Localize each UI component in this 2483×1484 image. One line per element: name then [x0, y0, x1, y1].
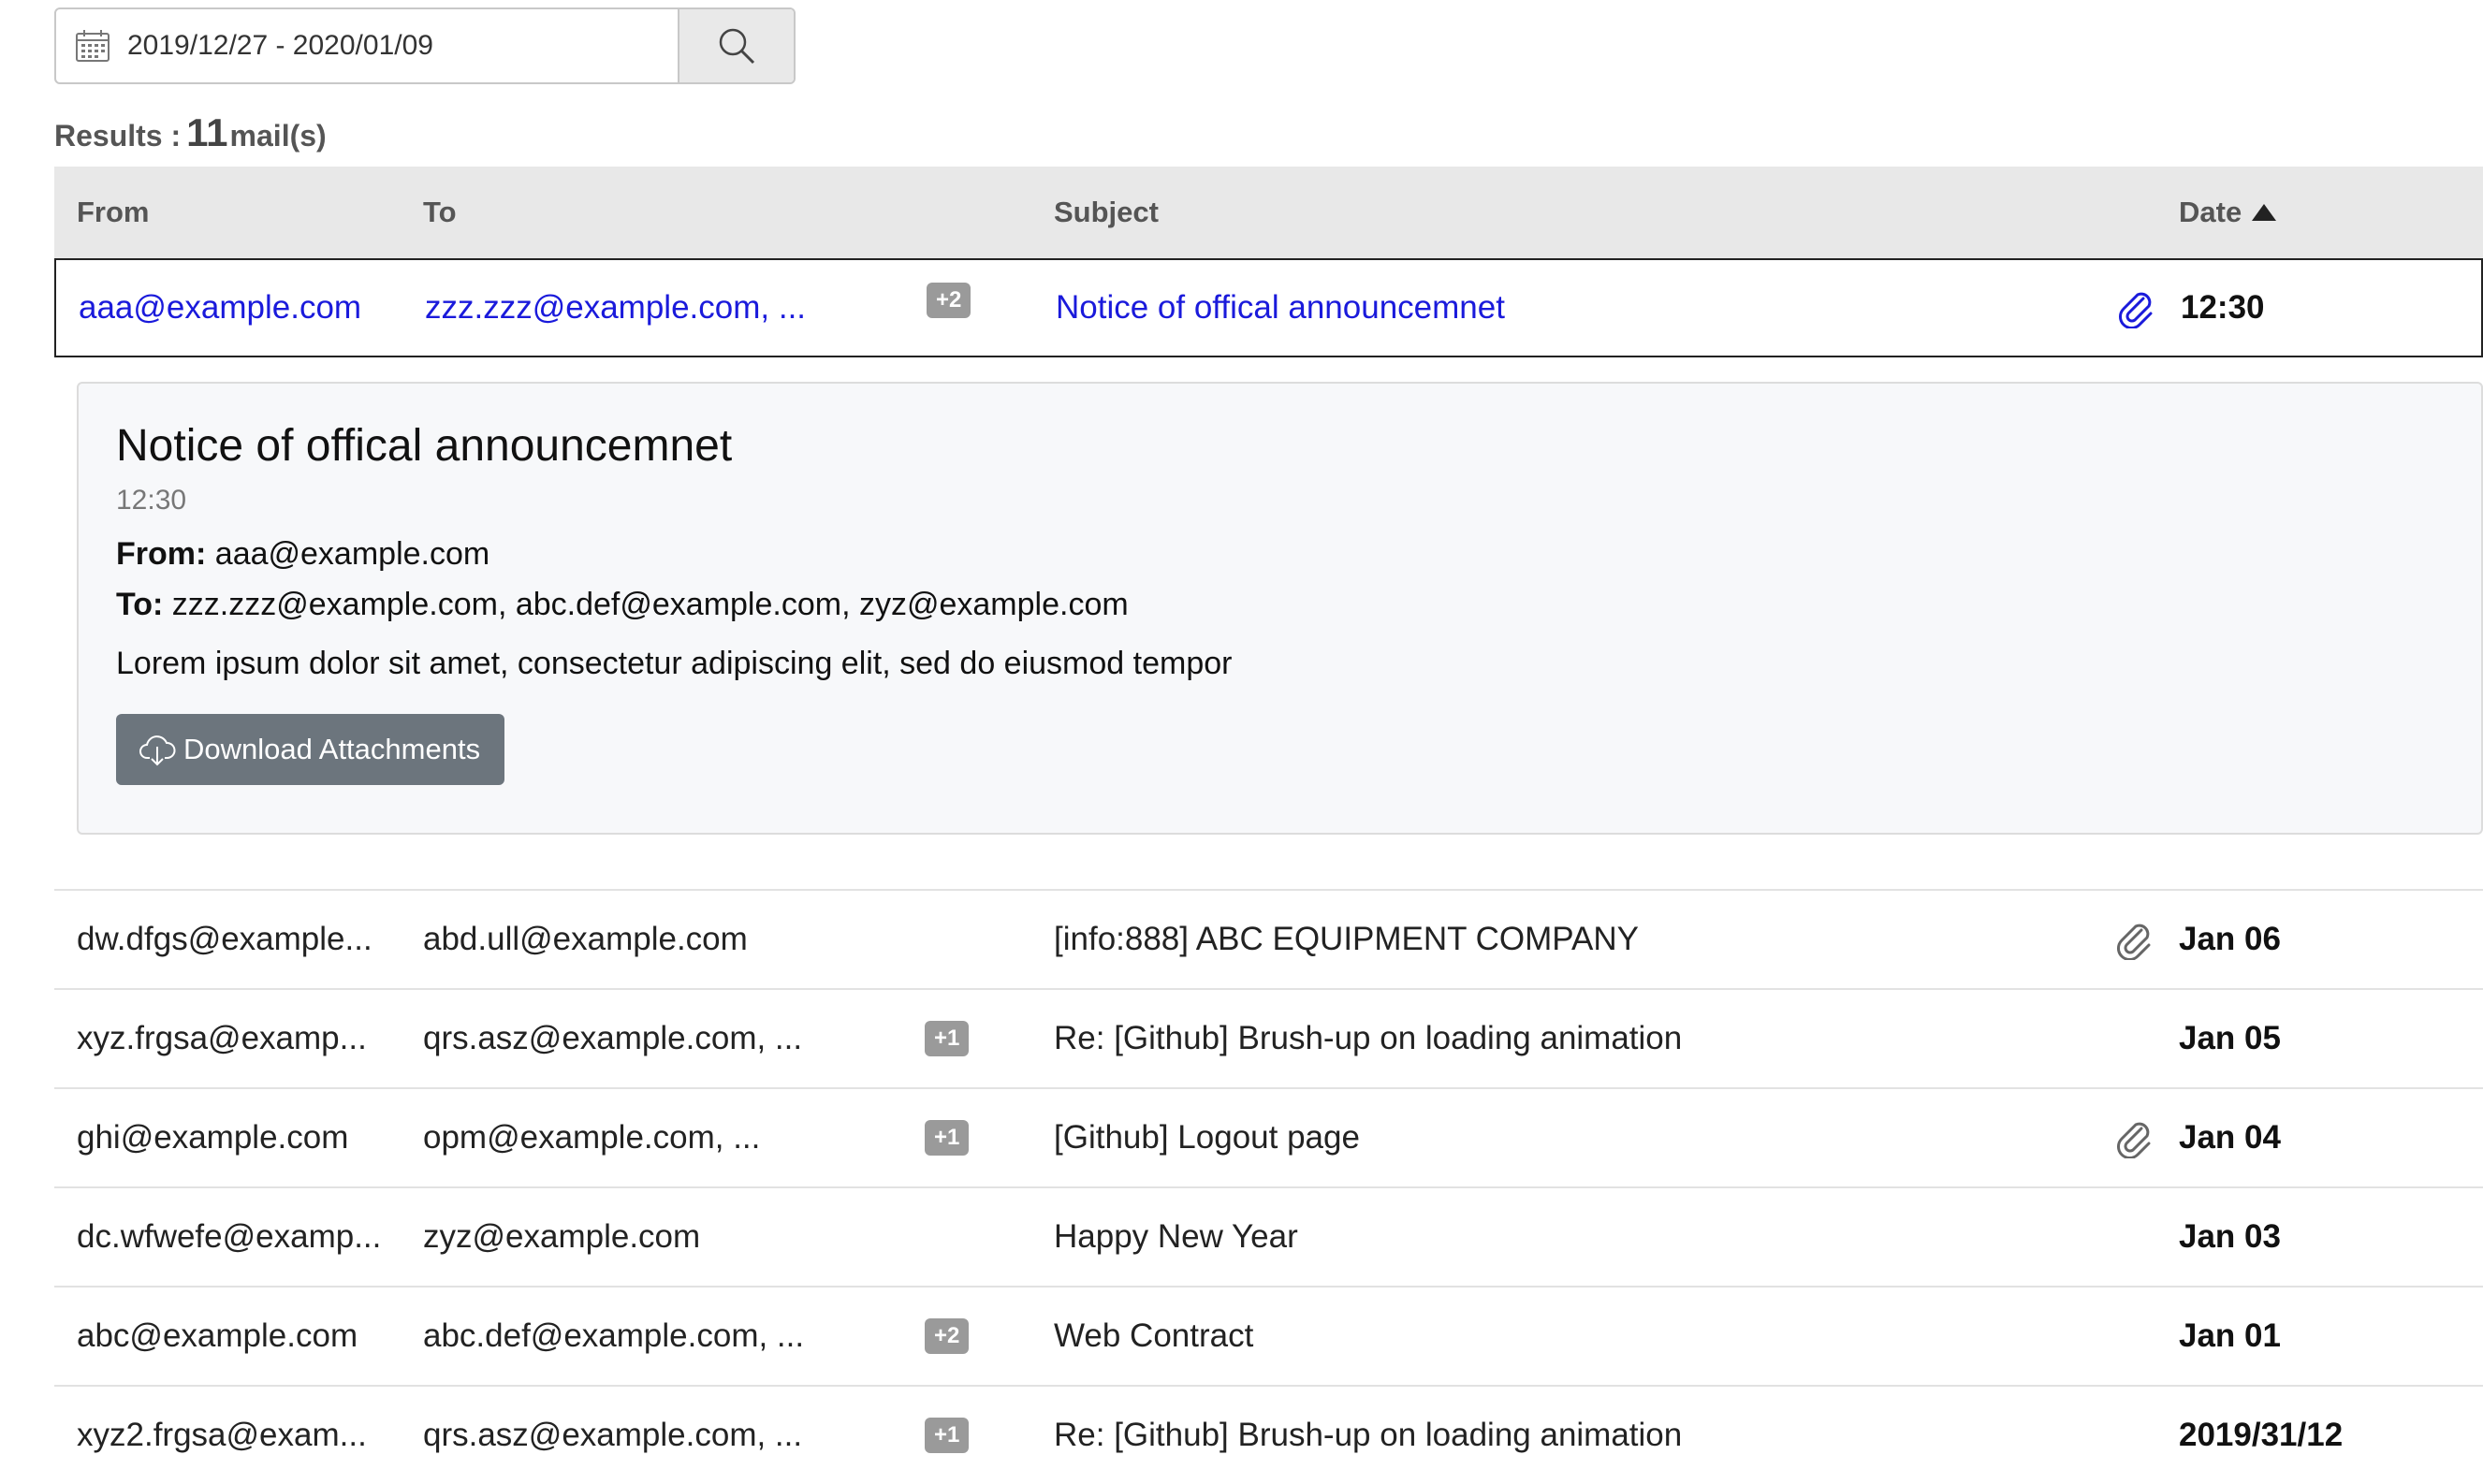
table-row[interactable]: dw.dfgs@example... abd.ull@example.com […	[54, 891, 2483, 990]
date-range-value: 2019/12/27 - 2020/01/09	[127, 30, 433, 61]
row-to: opm@example.com, ...	[423, 1119, 761, 1156]
row-subject: Web Contract	[1054, 1317, 1254, 1354]
cloud-download-icon	[139, 735, 176, 766]
results-count: 11	[186, 110, 228, 154]
search-icon	[719, 28, 755, 65]
mail-to-line: To: zzz.zzz@example.com, abc.def@example…	[116, 586, 2481, 623]
paperclip-icon	[2117, 924, 2151, 960]
recipient-count-badge: +1	[925, 1418, 970, 1453]
recipient-count-badge: +1	[925, 1021, 970, 1056]
table-row[interactable]: aaa@example.com zzz.zzz@example.com, ...…	[54, 258, 2483, 357]
column-header-date[interactable]: Date	[2179, 196, 2277, 229]
row-to: abd.ull@example.com	[423, 921, 748, 957]
date-range-search: 2019/12/27 - 2020/01/09	[54, 7, 796, 84]
table-row[interactable]: abc@example.com abc.def@example.com, ...…	[54, 1288, 2483, 1387]
mail-body: Lorem ipsum dolor sit amet, consectetur …	[116, 646, 1233, 681]
row-date: 12:30	[2181, 289, 2265, 326]
mail-from-label: From:	[116, 536, 207, 572]
row-subject: Happy New Year	[1054, 1218, 1298, 1255]
row-to: zyz@example.com	[423, 1218, 701, 1255]
mail-title: Notice of offical announcemnet	[116, 421, 733, 471]
mail-table: From To Subject Date aaa@example.com zzz…	[54, 167, 2483, 1484]
row-to: abc.def@example.com, ...	[423, 1317, 805, 1354]
row-subject: [Github] Logout page	[1054, 1119, 1360, 1156]
row-to: zzz.zzz@example.com, ...	[425, 289, 807, 326]
row-subject: [info:888] ABC EQUIPMENT COMPANY	[1054, 921, 1640, 957]
row-from: ghi@example.com	[77, 1119, 349, 1156]
recipient-count-badge: +1	[925, 1120, 970, 1156]
mail-to-label: To:	[116, 587, 164, 622]
row-subject: Re: [Github] Brush-up on loading animati…	[1054, 1417, 1683, 1453]
results-unit: mail(s)	[229, 119, 327, 153]
recipient-count-badge: +2	[927, 283, 971, 318]
sort-ascending-icon	[2252, 204, 2277, 221]
column-header-subject[interactable]: Subject	[1054, 196, 1159, 229]
row-from: aaa@example.com	[79, 289, 362, 326]
paperclip-icon	[2117, 1122, 2151, 1158]
row-date: Jan 01	[2179, 1317, 2281, 1354]
paperclip-icon	[2119, 292, 2153, 328]
mail-from-line: From: aaa@example.com	[116, 535, 2481, 573]
row-date: 2019/31/12	[2179, 1417, 2344, 1453]
mail-preview: Notice of offical announcemnet 12:30 Fro…	[77, 382, 2483, 835]
results-summary: Results : 11 mail(s)	[54, 110, 327, 155]
calendar-icon	[76, 30, 110, 62]
row-from: xyz2.frgsa@exam...	[77, 1417, 367, 1453]
column-header-date-label: Date	[2179, 196, 2242, 228]
row-from: abc@example.com	[77, 1317, 358, 1354]
table-header: From To Subject Date	[54, 167, 2483, 258]
download-attachments-button[interactable]: Download Attachments	[116, 714, 505, 785]
mail-preview-container: Notice of offical announcemnet 12:30 Fro…	[54, 357, 2483, 891]
row-subject: Notice of offical announcemnet	[1056, 289, 1505, 326]
row-from: dw.dfgs@example...	[77, 921, 372, 957]
row-date: Jan 03	[2179, 1218, 2281, 1255]
row-from: dc.wfwefe@examp...	[77, 1218, 382, 1255]
mail-to: zzz.zzz@example.com, abc.def@example.com…	[171, 587, 1129, 622]
mail-from: aaa@example.com	[214, 536, 490, 572]
row-date: Jan 04	[2179, 1119, 2281, 1156]
table-row[interactable]: xyz2.frgsa@exam... qrs.asz@example.com, …	[54, 1387, 2483, 1484]
table-row[interactable]: ghi@example.com opm@example.com, ... +1 …	[54, 1089, 2483, 1188]
search-button[interactable]	[678, 9, 794, 82]
row-to: qrs.asz@example.com, ...	[423, 1417, 803, 1453]
download-attachments-label: Download Attachments	[183, 733, 481, 765]
row-date: Jan 05	[2179, 1020, 2281, 1056]
recipient-count-badge: +2	[925, 1318, 970, 1354]
table-row[interactable]: xyz.frgsa@examp... qrs.asz@example.com, …	[54, 990, 2483, 1089]
row-to: qrs.asz@example.com, ...	[423, 1020, 803, 1056]
row-date: Jan 06	[2179, 921, 2281, 957]
column-header-to[interactable]: To	[423, 196, 457, 229]
mail-time: 12:30	[116, 485, 187, 516]
table-row[interactable]: dc.wfwefe@examp... zyz@example.com Happy…	[54, 1188, 2483, 1288]
results-label: Results :	[54, 119, 182, 153]
row-from: xyz.frgsa@examp...	[77, 1020, 367, 1056]
date-range-input[interactable]: 2019/12/27 - 2020/01/09	[56, 9, 678, 82]
column-header-from[interactable]: From	[77, 196, 150, 229]
row-subject: Re: [Github] Brush-up on loading animati…	[1054, 1020, 1683, 1056]
